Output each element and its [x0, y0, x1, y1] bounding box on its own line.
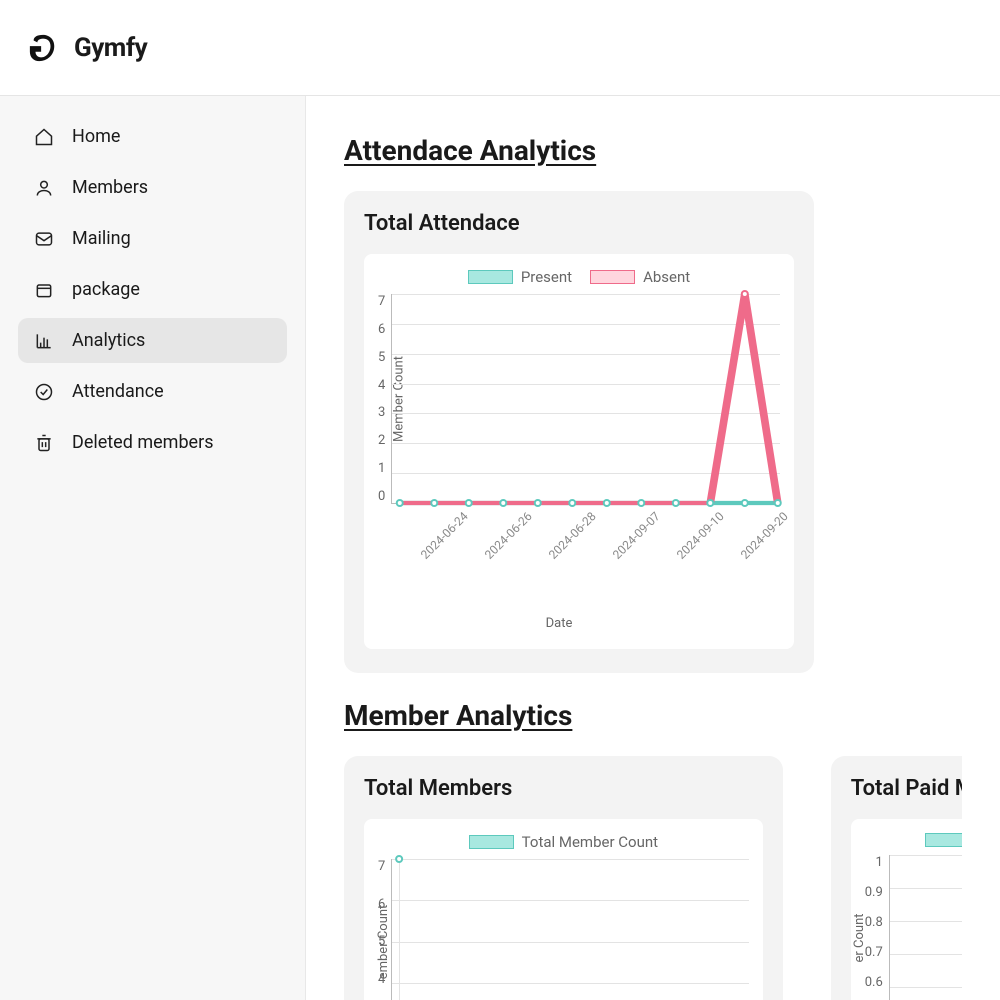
legend-absent[interactable]: Absent	[590, 268, 690, 286]
mail-icon	[34, 229, 54, 249]
chart-legend	[925, 833, 962, 847]
paid-members-chart[interactable]: er Count 1 0.9 0.8 0.7 0.6 0.5	[851, 819, 962, 1000]
logo-icon	[28, 33, 58, 63]
total-paid-members-card: Total Paid M er Count 1 0.9 0.8 0.7 0.6	[831, 756, 962, 1000]
total-attendance-card: Total Attendace Present Absent Member Co…	[344, 191, 814, 673]
sidebar-item-members[interactable]: Members	[18, 165, 287, 210]
swatch-icon	[469, 835, 514, 849]
attendance-chart[interactable]: Present Absent Member Count 7 6 5 4 3 2 …	[364, 254, 794, 649]
x-axis: 2024-06-24 2024-06-26 2024-06-28 2024-09…	[378, 510, 780, 560]
brand[interactable]: Gymfy	[28, 33, 147, 63]
total-members-card: Total Members Total Member Count ember C…	[344, 756, 783, 1000]
attendance-analytics-title: Attendace Analytics	[344, 134, 962, 167]
member-analytics-title: Member Analytics	[344, 699, 962, 732]
plot-area	[391, 294, 780, 504]
main-content: Attendace Analytics Total Attendace Pres…	[306, 96, 1000, 1000]
sidebar-item-mailing[interactable]: Mailing	[18, 216, 287, 261]
y-axis-label: er Count	[852, 913, 867, 962]
legend-paid[interactable]	[925, 833, 962, 847]
y-axis-label: ember Count	[376, 904, 391, 979]
card-title: Total Attendace	[364, 211, 794, 236]
swatch-icon	[590, 270, 635, 284]
plot-area	[889, 855, 962, 1000]
x-axis-label: Date	[358, 616, 760, 631]
chart-legend: Total Member Count	[378, 833, 749, 851]
chart-legend: Present Absent	[378, 268, 780, 286]
home-icon	[34, 127, 54, 147]
trash-icon	[34, 433, 54, 453]
sidebar: Home Members Mailing package Analytics A…	[0, 96, 306, 1000]
brand-name: Gymfy	[74, 33, 147, 63]
total-members-chart[interactable]: Total Member Count ember Count 7 6 5 4 3	[364, 819, 763, 1000]
legend-present[interactable]: Present	[468, 268, 572, 286]
sidebar-item-label: Members	[72, 177, 148, 198]
sidebar-item-label: Deleted members	[72, 432, 214, 453]
package-icon	[34, 280, 54, 300]
sidebar-item-label: Home	[72, 126, 120, 147]
sidebar-item-attendance[interactable]: Attendance	[18, 369, 287, 414]
sidebar-item-home[interactable]: Home	[18, 114, 287, 159]
y-axis: Member Count 7 6 5 4 3 2 1 0	[378, 294, 391, 504]
sidebar-item-deleted[interactable]: Deleted members	[18, 420, 287, 465]
swatch-icon	[925, 833, 962, 847]
chart-icon	[34, 331, 54, 351]
swatch-icon	[468, 270, 513, 284]
check-circle-icon	[34, 382, 54, 402]
user-icon	[34, 178, 54, 198]
sidebar-item-label: Analytics	[72, 330, 145, 351]
app-header: Gymfy	[0, 0, 1000, 96]
sidebar-item-label: package	[72, 279, 140, 300]
card-title: Total Paid M	[851, 776, 962, 801]
sidebar-item-analytics[interactable]: Analytics	[18, 318, 287, 363]
card-title: Total Members	[364, 776, 763, 801]
y-axis: er Count 1 0.9 0.8 0.7 0.6 0.5	[865, 855, 889, 1000]
plot-area	[391, 859, 748, 1000]
sidebar-item-label: Attendance	[72, 381, 164, 402]
y-axis: ember Count 7 6 5 4 3	[378, 859, 391, 1000]
sidebar-item-package[interactable]: package	[18, 267, 287, 312]
legend-total-members[interactable]: Total Member Count	[469, 833, 658, 851]
sidebar-item-label: Mailing	[72, 228, 131, 249]
